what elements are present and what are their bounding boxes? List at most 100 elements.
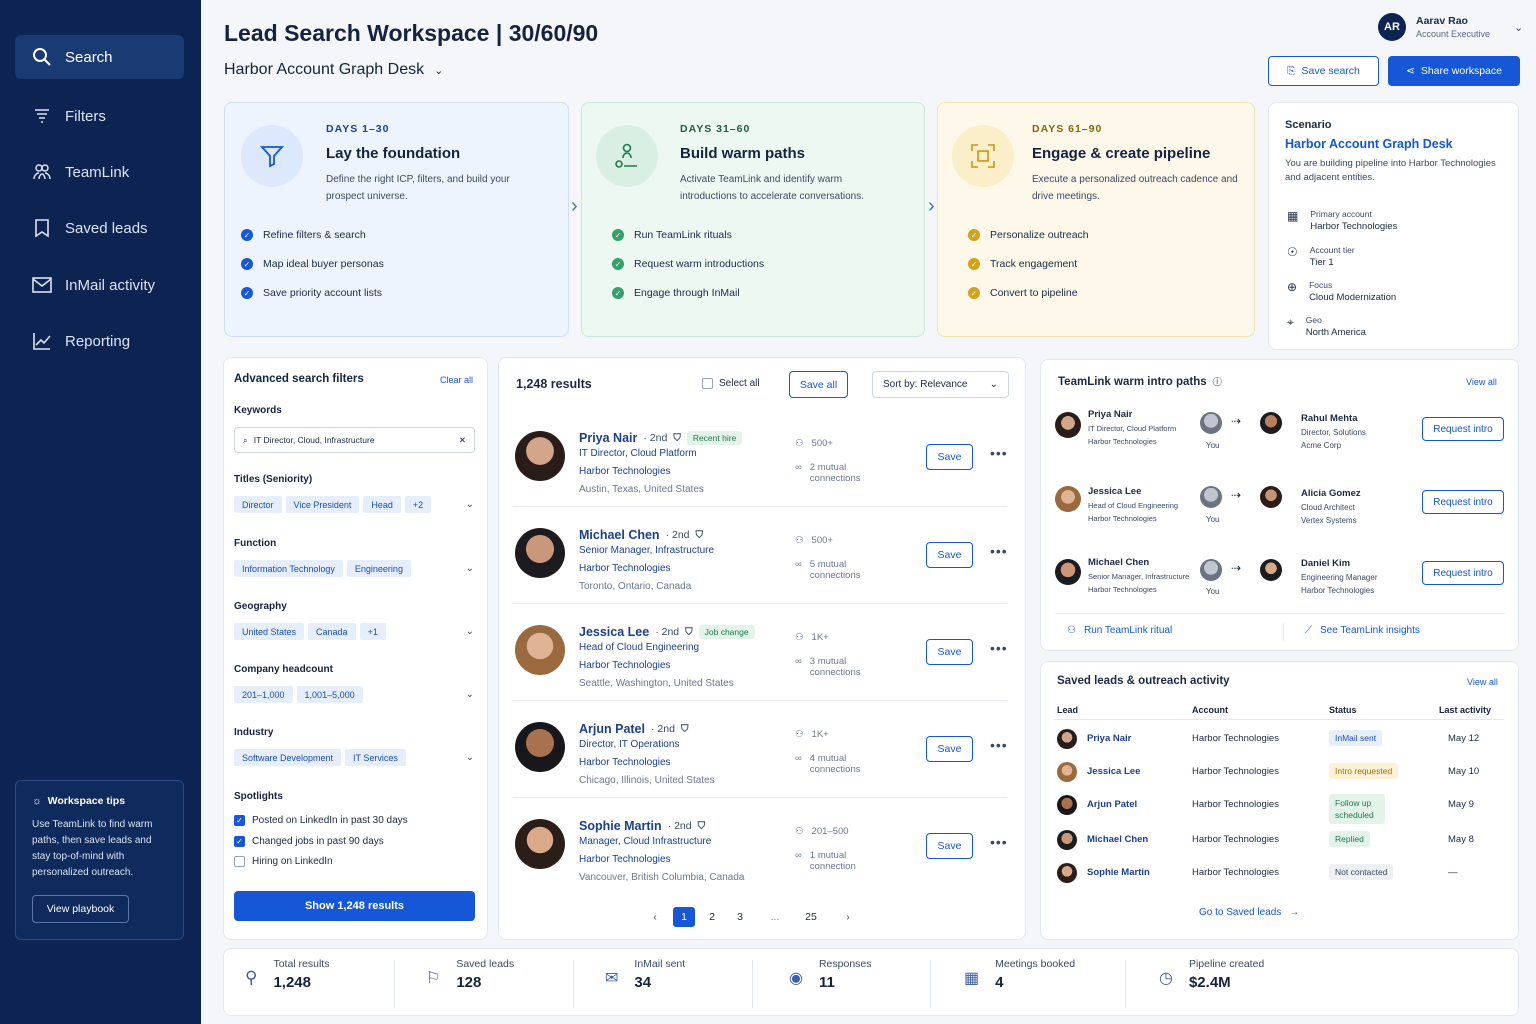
filter-chip[interactable]: IT Services [345,749,406,766]
more-options-icon[interactable]: ••• [990,640,1008,656]
result-name[interactable]: Priya Nair · 2nd ⛉ Recent hire [579,431,743,445]
result-name[interactable]: Sophie Martin · 2nd ⛉ [579,819,705,833]
spotlight-checkbox[interactable]: Hiring on LinkedIn [234,856,333,867]
path-from-name[interactable]: Jessica Lee [1088,486,1141,497]
view-all-link[interactable]: View all [1467,677,1498,687]
select-all-checkbox[interactable]: Select all [702,378,760,389]
request-intro-button[interactable]: Request intro [1422,490,1504,514]
show-results-button[interactable]: Show 1,248 results [234,891,475,921]
save-button[interactable]: Save [926,639,973,665]
page-last[interactable]: 25 [800,907,822,927]
view-playbook-button[interactable]: View playbook [32,895,129,923]
lead-name[interactable]: Michael Chen [1087,834,1148,845]
next-page-icon[interactable]: › [837,907,859,927]
person-company[interactable]: Harbor Technologies [579,757,671,768]
chevron-down-icon[interactable]: ⌄ [466,499,474,510]
mutual-connections[interactable]: ∞ 4 mutual connections [795,753,860,775]
lead-name[interactable]: Sophie Martin [1087,867,1150,878]
filter-chip[interactable]: Vice President [285,496,360,513]
save-button[interactable]: Save [926,444,973,470]
user-menu[interactable]: AR Aarav Rao Account Executive ⌄ [1378,13,1523,41]
save-all-button[interactable]: Save all [789,371,848,398]
sidebar-item-filters[interactable]: Filters [15,94,184,138]
path-to-name[interactable]: Daniel Kim [1301,558,1350,569]
filter-chip[interactable]: Engineering [346,560,411,577]
more-options-icon[interactable]: ••• [990,445,1008,461]
filter-chip[interactable]: United States [234,623,305,640]
filter-chip[interactable]: 201–1,000 [234,686,293,703]
checkbox-unchecked[interactable] [234,856,245,867]
sidebar-item-inmail[interactable]: InMail activity [15,263,184,307]
mutual-connections[interactable]: ∞ 1 mutual connection [795,850,856,872]
industry-filter[interactable]: Software Development IT Services ⌄ [234,749,474,766]
result-row[interactable]: Arjun Patel · 2nd ⛉ Director, IT Operation… [513,702,1007,798]
close-icon[interactable]: ✕ [459,435,466,446]
person-name[interactable]: Sophie Martin [579,819,662,833]
person-company[interactable]: Harbor Technologies [579,854,671,865]
sort-dropdown[interactable]: Sort by: Relevance ⌄ [872,371,1009,398]
filter-chip[interactable]: +2 [404,496,432,513]
filter-chip[interactable]: Director [234,496,282,513]
lead-name[interactable]: Priya Nair [1087,733,1131,744]
filter-chip[interactable]: Information Technology [234,560,343,577]
result-name[interactable]: Michael Chen · 2nd ⛉ [579,528,703,542]
path-from-name[interactable]: Priya Nair [1088,409,1132,420]
keywords-input[interactable]: ⌕ IT Director, Cloud, Infrastructure ✕ [234,427,475,453]
filter-chip[interactable]: +1 [359,623,386,640]
more-options-icon[interactable]: ••• [990,543,1008,559]
mutual-connections[interactable]: ∞ 5 mutual connections [795,559,860,581]
result-row[interactable]: Jessica Lee · 2nd ⛉ Job change Head of Clou… [513,605,1007,701]
chevron-down-icon[interactable]: ⌄ [466,563,474,574]
workspace-selector[interactable]: Harbor Account Graph Desk ⌄ [224,61,443,79]
mutual-connections[interactable]: ∞ 3 mutual connections [795,656,860,678]
request-intro-button[interactable]: Request intro [1422,561,1504,585]
chevron-down-icon[interactable]: ⌄ [466,689,474,700]
geography-filter[interactable]: United States Canada +1 ⌄ [234,623,474,640]
filter-chip[interactable]: Canada [308,623,356,640]
person-company[interactable]: Harbor Technologies [579,466,671,477]
save-button[interactable]: Save [926,833,973,859]
see-insights-button[interactable]: ⟋ See TeamLink insights [1305,625,1420,636]
headcount-filter[interactable]: 201–1,000 1,001–5,000 ⌄ [234,686,474,703]
page-1[interactable]: 1 [673,907,695,927]
run-ritual-button[interactable]: ⚇ Run TeamLink ritual [1067,625,1172,636]
more-options-icon[interactable]: ••• [990,737,1008,753]
spotlight-checkbox[interactable]: ✓ Changed jobs in past 90 days [234,836,384,847]
sidebar-item-reporting[interactable]: Reporting [15,319,184,363]
save-button[interactable]: Save [926,736,973,762]
path-to-name[interactable]: Rahul Mehta [1301,413,1357,424]
filter-chip[interactable]: Software Development [234,749,342,766]
filter-chip[interactable]: 1,001–5,000 [296,686,363,703]
mutual-connections[interactable]: ∞ 2 mutual connections [795,462,860,484]
lead-name[interactable]: Arjun Patel [1087,799,1137,810]
result-name[interactable]: Arjun Patel · 2nd ⛉ [579,722,688,736]
chevron-down-icon[interactable]: ⌄ [466,752,474,763]
sidebar-item-search[interactable]: Search [15,35,184,79]
more-options-icon[interactable]: ••• [990,834,1008,850]
checkbox-checked[interactable]: ✓ [234,836,245,847]
request-intro-button[interactable]: Request intro [1422,417,1504,441]
clear-all-link[interactable]: Clear all [440,375,473,385]
person-name[interactable]: Arjun Patel [579,722,645,736]
save-button[interactable]: Save [926,542,973,568]
help-icon[interactable]: ⓘ [1213,375,1222,388]
page-3[interactable]: 3 [729,907,751,927]
share-workspace-button[interactable]: ⋖ Share workspace [1388,56,1520,86]
person-company[interactable]: Harbor Technologies [579,563,671,574]
checkbox-unchecked[interactable] [702,378,713,389]
chevron-down-icon[interactable]: ⌄ [466,626,474,637]
result-row[interactable]: Sophie Martin · 2nd ⛉ Manager, Cloud Infra… [513,799,1007,895]
person-company[interactable]: Harbor Technologies [579,660,671,671]
result-name[interactable]: Jessica Lee · 2nd ⛉ Job change [579,625,755,639]
path-from-name[interactable]: Michael Chen [1088,557,1149,568]
person-name[interactable]: Michael Chen [579,528,660,542]
checkbox-checked[interactable]: ✓ [234,815,245,826]
prev-page-icon[interactable]: ‹ [644,907,666,927]
function-filter[interactable]: Information Technology Engineering ⌄ [234,560,474,577]
titles-filter[interactable]: Director Vice President Head +2 ⌄ [234,496,474,513]
person-name[interactable]: Priya Nair [579,431,637,445]
page-2[interactable]: 2 [701,907,723,927]
person-name[interactable]: Jessica Lee [579,625,649,639]
save-search-button[interactable]: ⎘ Save search [1268,56,1379,86]
result-row[interactable]: Priya Nair · 2nd ⛉ Recent hire IT Director,… [513,411,1007,507]
